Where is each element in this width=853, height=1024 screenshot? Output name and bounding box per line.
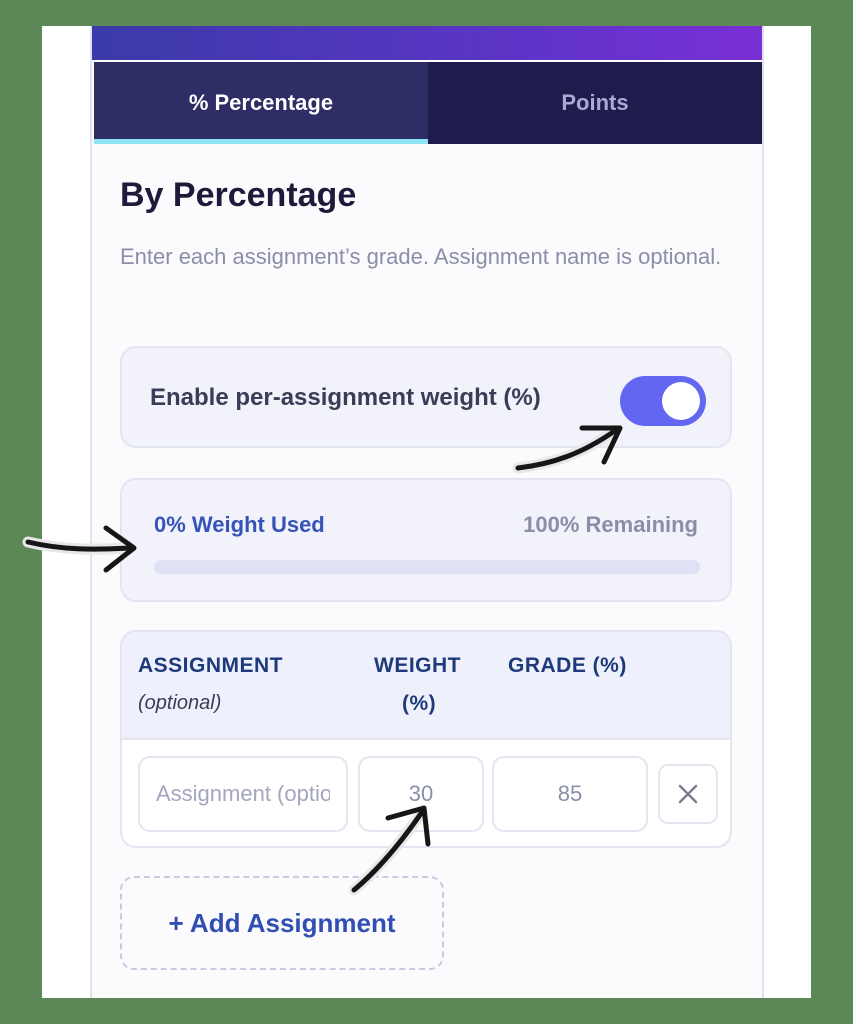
header-assignment-sub: (optional) — [138, 692, 222, 714]
gradient-header-bar — [92, 26, 762, 60]
grade-input[interactable] — [492, 756, 648, 832]
weight-toggle-switch[interactable] — [620, 376, 706, 426]
header-weight: WEIGHT — [374, 654, 461, 677]
percent-icon: % — [188, 90, 209, 115]
tab-points-label: Points — [561, 90, 629, 115]
header-assignment: ASSIGNMENT — [138, 654, 284, 677]
tab-percentage-label: Percentage — [214, 90, 334, 115]
weight-toggle-card: Enable per-assignment weight (%) — [120, 346, 732, 448]
tab-points[interactable]: Points — [428, 62, 762, 144]
tab-percentage[interactable]: % Percentage — [94, 62, 428, 144]
annotation-arrow-icon — [348, 805, 431, 896]
weight-summary-card: 0% Weight Used 100% Remaining — [120, 478, 732, 602]
section-title: By Percentage — [120, 176, 357, 214]
weight-progress-bar — [154, 560, 700, 574]
switch-knob — [662, 382, 700, 420]
annotation-arrow-icon — [512, 424, 623, 474]
mode-tabs: % Percentage Points — [94, 62, 762, 144]
assignment-name-input[interactable] — [138, 756, 348, 832]
header-weight-sub: (%) — [402, 692, 437, 715]
weight-remaining-label: 100% Remaining — [523, 512, 698, 537]
section-description: Enter each assignment’s grade. Assignmen… — [120, 244, 722, 269]
annotation-arrow-icon — [22, 525, 137, 573]
weight-used-label: 0% Weight Used — [154, 512, 325, 537]
weight-toggle-label: Enable per-assignment weight (%) — [150, 384, 541, 411]
table-header: ASSIGNMENT (optional) WEIGHT (%) GRADE (… — [122, 632, 730, 740]
close-icon — [678, 784, 698, 804]
remove-row-button[interactable] — [658, 764, 718, 824]
header-grade: GRADE (%) — [508, 654, 627, 677]
